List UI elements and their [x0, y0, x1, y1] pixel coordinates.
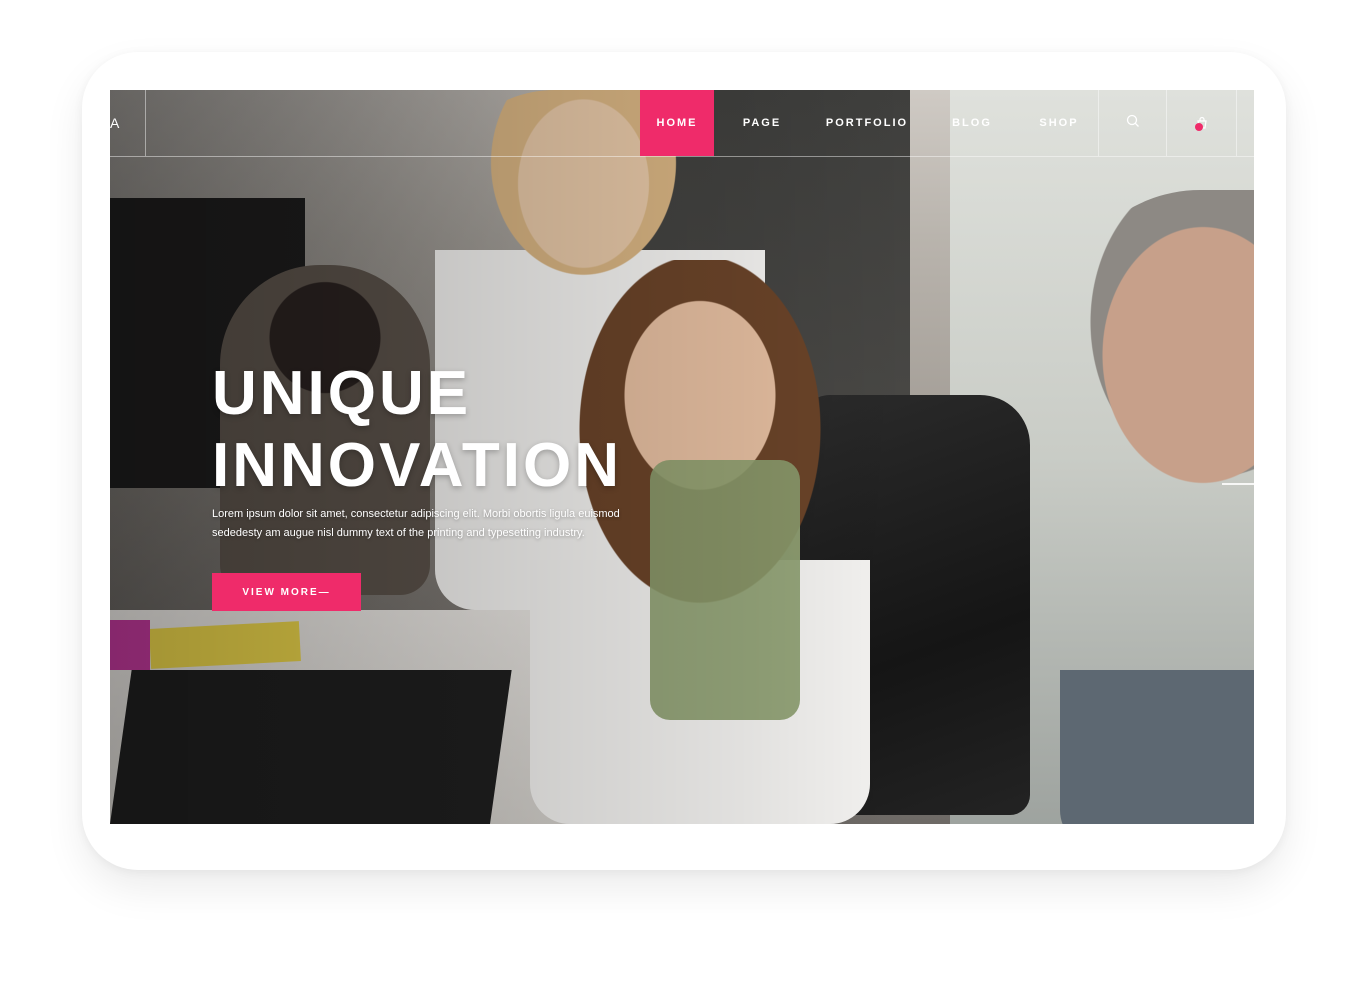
nav-item-blog[interactable]: BLOG	[924, 90, 1020, 156]
site-header: A HOME PAGE PORTFOLIO BLOG SHOP	[110, 90, 1254, 157]
view-more-button[interactable]: VIEW MORE—	[212, 573, 361, 611]
nav-label: BLOG	[952, 117, 992, 129]
nav-item-portfolio[interactable]: PORTFOLIO	[810, 90, 924, 156]
nav-item-shop[interactable]: SHOP	[1020, 90, 1098, 156]
hero-title-line2: INNOVATION	[212, 431, 623, 500]
logo-text: A	[110, 115, 120, 131]
hero-title-line1: UNIQUE	[212, 359, 472, 428]
hero-description: Lorem ipsum dolor sit amet, consectetur …	[212, 508, 620, 539]
cart-button[interactable]	[1166, 90, 1237, 156]
search-button[interactable]	[1098, 90, 1166, 156]
header-divider	[1236, 90, 1237, 156]
nav-label: PAGE	[742, 117, 782, 129]
slider-indicator[interactable]	[1222, 483, 1254, 485]
cart-count-badge	[1195, 123, 1203, 131]
logo[interactable]: A	[110, 90, 146, 156]
main-nav: HOME PAGE PORTFOLIO BLOG SHOP	[640, 90, 1098, 156]
website-screen: A HOME PAGE PORTFOLIO BLOG SHOP UNIQUE I…	[110, 90, 1254, 824]
search-icon	[1126, 114, 1140, 133]
nav-item-home[interactable]: HOME	[640, 90, 714, 156]
nav-label: SHOP	[1039, 117, 1079, 129]
nav-label: PORTFOLIO	[825, 117, 909, 129]
nav-label: HOME	[656, 117, 698, 129]
hero-title: UNIQUE INNOVATION	[212, 358, 622, 502]
nav-item-page[interactable]: PAGE	[714, 90, 810, 156]
